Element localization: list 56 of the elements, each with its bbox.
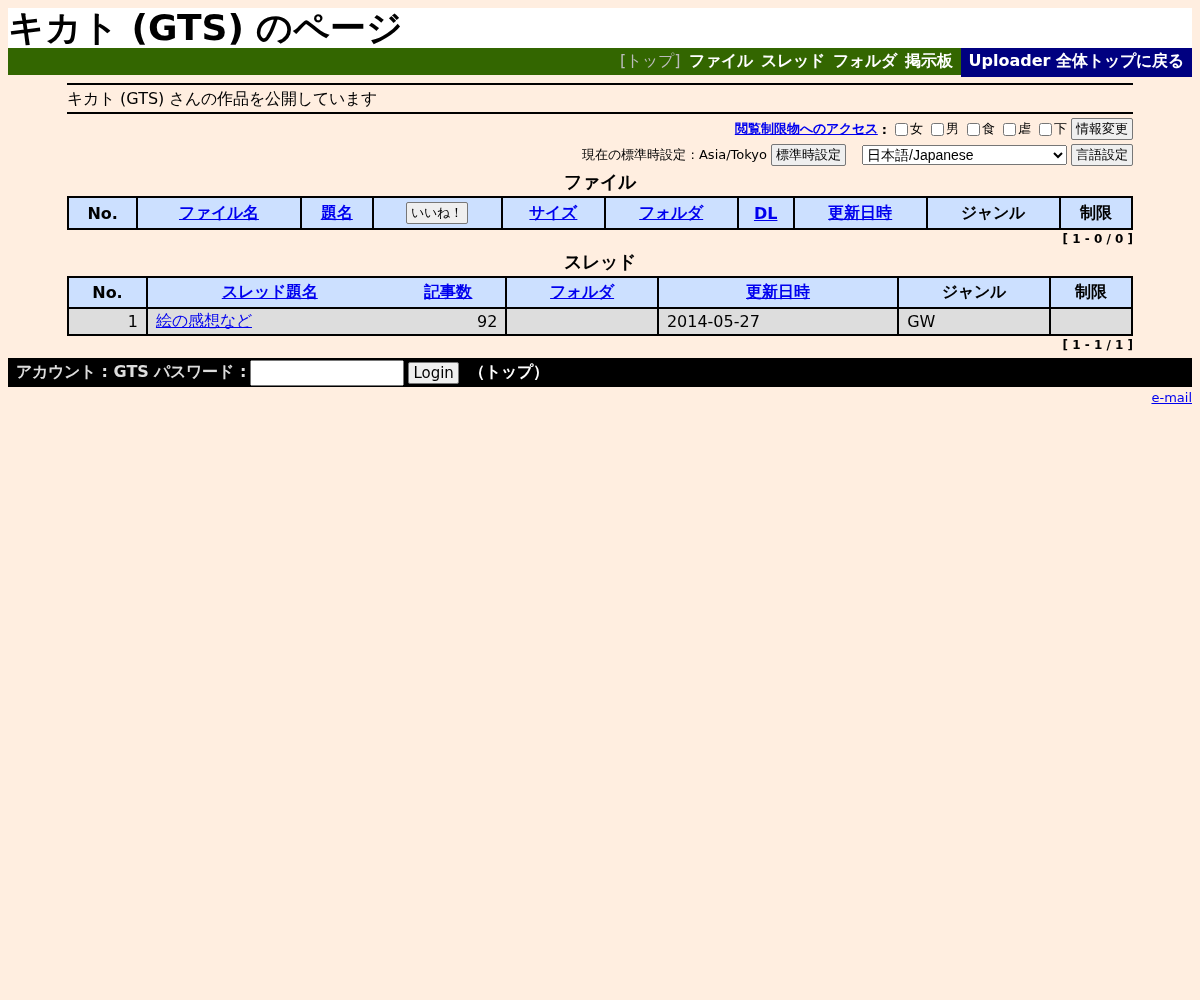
home-link[interactable]: Uploader 全体トップに戻る — [960, 48, 1192, 77]
checkbox-label: 女 — [910, 120, 923, 138]
like-button[interactable]: いいね！ — [406, 202, 469, 224]
table-cell: 1 — [68, 308, 147, 335]
timezone-button[interactable]: 標準時設定 — [771, 144, 846, 166]
timezone-text: 現在の標準時設定 : Asia/Tokyo — [582, 146, 767, 164]
sort-link[interactable]: 更新日時 — [828, 202, 893, 222]
checkbox[interactable] — [1003, 122, 1016, 136]
checkbox[interactable] — [931, 122, 944, 136]
table-cell: 2014-05-27 — [657, 308, 899, 335]
nav-link[interactable]: フォルダ — [832, 51, 897, 72]
nav-link[interactable]: ファイル — [688, 51, 753, 72]
checkbox[interactable] — [895, 122, 908, 136]
language-button[interactable]: 言語設定 — [1071, 144, 1133, 166]
header-text: ジャンル — [961, 202, 1026, 222]
sort-link[interactable]: 記事数 — [424, 282, 473, 301]
checkbox-label: 下 — [1054, 120, 1067, 138]
page-title: キカト (GTS) のページ — [8, 8, 405, 48]
account-label: アカウント : GTS パスワード : — [16, 362, 247, 383]
sort-link[interactable]: 題名 — [320, 202, 353, 222]
page-count: [ 1 - 1 / 1 ] — [1061, 338, 1133, 352]
header-text: No. — [87, 203, 118, 223]
sort-link[interactable]: フォルダ — [639, 202, 704, 222]
nav-link[interactable]: 掲示板 — [904, 51, 953, 72]
sort-link[interactable]: ファイル名 — [179, 202, 259, 222]
password-field[interactable] — [250, 359, 405, 386]
checkbox[interactable] — [1039, 122, 1052, 136]
access-link[interactable]: 閲覧制限物へのアクセス — [734, 120, 878, 138]
intro-text: キカト (GTS) さんの作品を公開しています — [67, 83, 1133, 114]
checkbox[interactable] — [967, 122, 980, 136]
header-text: ジャンル — [941, 282, 1006, 301]
header-text: No. — [92, 283, 123, 302]
checkbox-label: 虐 — [1018, 120, 1031, 138]
sort-link[interactable]: スレッド題名 — [221, 282, 318, 301]
nav-link[interactable]: スレッド — [760, 51, 825, 72]
table-cell: GW — [898, 308, 1050, 335]
checkbox-label: 男 — [946, 120, 959, 138]
nav-link[interactable]: [トップ] — [620, 51, 681, 72]
separator-text: : — [881, 121, 887, 137]
login-button[interactable]: Login — [408, 361, 459, 384]
table-cell: 92 — [391, 308, 507, 335]
thread-link[interactable]: 絵の感想など — [155, 311, 252, 330]
header-text: 制限 — [1079, 202, 1112, 222]
sort-link[interactable]: サイズ — [529, 202, 578, 222]
page-count: [ 1 - 0 / 0 ] — [1061, 232, 1133, 246]
checkbox-label: 食 — [982, 120, 995, 138]
top-link[interactable]: （トップ） — [468, 362, 549, 383]
email-link[interactable]: e-mail — [1151, 390, 1192, 405]
section-heading: ファイル — [563, 170, 638, 194]
section-heading: スレッド — [563, 250, 637, 274]
update-info-button[interactable]: 情報変更 — [1071, 118, 1133, 140]
language-select[interactable]: 日本語/Japanese — [862, 145, 1067, 165]
sort-link[interactable]: 更新日時 — [746, 282, 810, 301]
sort-link[interactable]: DL — [753, 203, 778, 223]
sort-link[interactable]: フォルダ — [550, 282, 615, 301]
header-text: 制限 — [1074, 282, 1107, 301]
